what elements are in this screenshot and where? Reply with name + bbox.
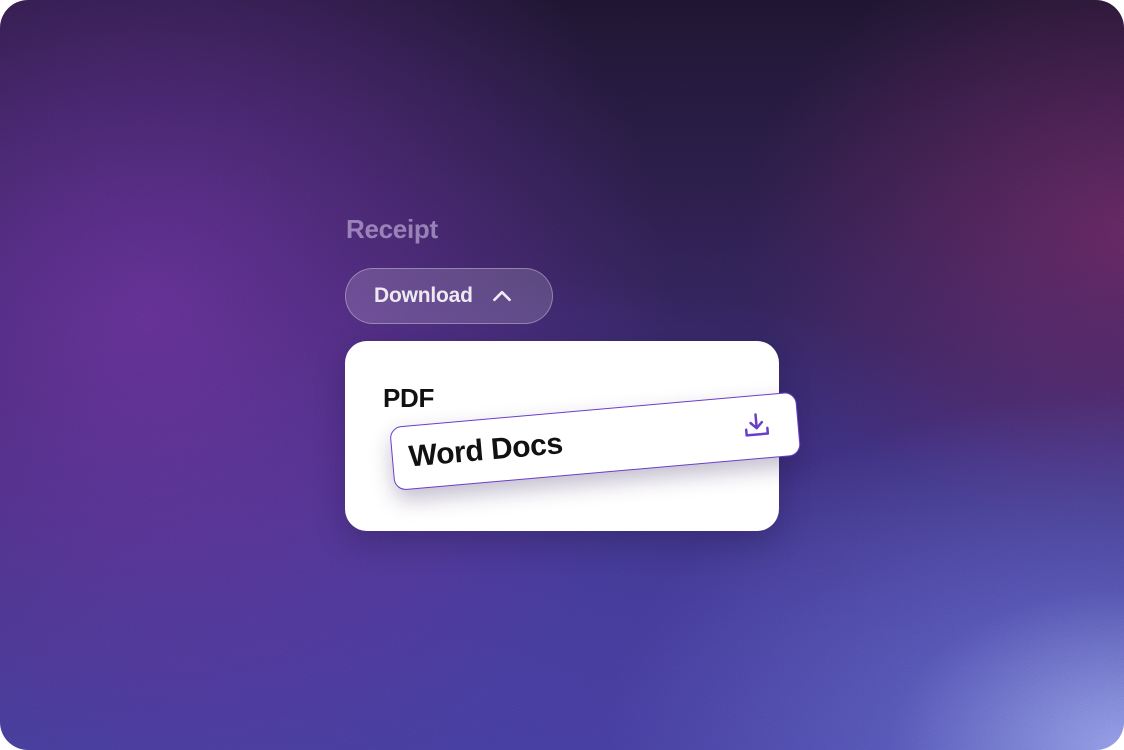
section-title: Receipt [346, 214, 438, 244]
chevron-up-icon [492, 290, 511, 302]
background-canvas: Receipt Download PDF Word Docs [0, 0, 1124, 750]
menu-item-word-docs-label: Word Docs [407, 427, 564, 474]
download-button[interactable]: Download [345, 268, 553, 324]
menu-item-pdf[interactable]: PDF [383, 383, 434, 414]
download-button-label: Download [374, 284, 473, 307]
download-icon[interactable] [740, 409, 773, 442]
